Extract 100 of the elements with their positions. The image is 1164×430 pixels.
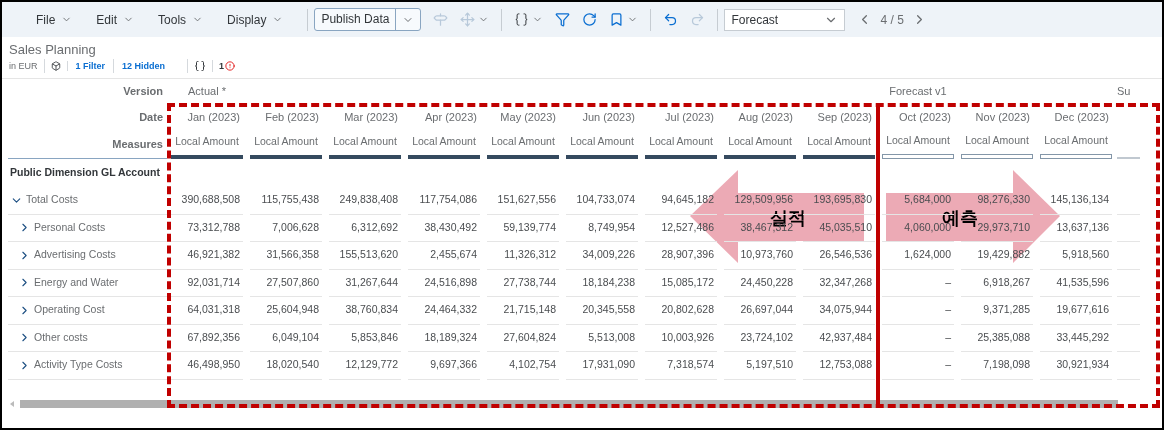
value-cell-text: 5,684,000 <box>904 192 951 208</box>
measure-header: Local Amount <box>174 134 240 150</box>
date-header: Nov (2023) <box>975 110 1031 123</box>
value-cell-text: 12,129,772 <box>345 357 398 373</box>
hidden-link[interactable]: 12 Hidden <box>114 59 189 73</box>
value-cell-text: 10,973,760 <box>740 247 793 263</box>
value-cell-text: 7,318,574 <box>667 357 714 373</box>
value-cell-text: 8,749,954 <box>588 219 635 235</box>
measure-header: Local Amount <box>885 133 951 149</box>
story-title: Sales Planning <box>9 41 97 58</box>
braces-icon <box>194 60 207 72</box>
date-header: Oct (2023) <box>899 110 952 123</box>
date-header: Sep (2023) <box>817 110 873 123</box>
row-label: Energy and Water <box>34 274 119 290</box>
row-header-label: Version <box>122 84 164 100</box>
value-cell-text: 145,136,134 <box>1050 192 1109 208</box>
value-cell-text: – <box>945 357 951 373</box>
value-cell-text: 46,498,950 <box>187 357 240 373</box>
measure-header: Local Amount <box>411 134 477 150</box>
date-header: Jan (2023) <box>187 110 241 123</box>
value-cell-text: 17,931,090 <box>582 357 635 373</box>
value-cell-text: 98,276,330 <box>977 192 1030 208</box>
value-cell-text: 20,345,558 <box>582 302 635 318</box>
undo-icon <box>663 12 679 27</box>
value-cell-text: 24,464,332 <box>424 302 477 318</box>
value-cell-text: 31,267,644 <box>345 274 398 290</box>
value-cell-text: 94,645,182 <box>661 192 714 208</box>
version-header: Forecast v1 <box>889 85 947 98</box>
value-cell-text: 32,347,268 <box>819 274 872 290</box>
menu-button[interactable]: File <box>30 10 79 29</box>
value-cell-text: 31,566,358 <box>266 247 319 263</box>
value-cell-text: 5,853,846 <box>351 329 398 345</box>
value-cell-text: 12,753,088 <box>819 357 872 373</box>
value-cell-text: 19,677,616 <box>1056 302 1109 318</box>
value-cell-text: 5,197,510 <box>746 357 793 373</box>
value-cell-text: 42,937,484 <box>819 329 872 345</box>
date-header: Apr (2023) <box>425 110 478 123</box>
measure-header: Local Amount <box>1043 133 1109 149</box>
measure-header: Local Amount <box>332 134 398 150</box>
value-cell-text: 151,627,556 <box>497 192 556 208</box>
version-select[interactable]: Forecast <box>724 8 846 31</box>
value-cell-text: 28,907,396 <box>661 247 714 263</box>
value-cell-text: 18,189,324 <box>424 329 477 345</box>
value-cell-text: 24,450,228 <box>740 274 793 290</box>
value-cell-text: 92,031,714 <box>187 274 240 290</box>
value-cell-text: 6,918,267 <box>983 274 1030 290</box>
row-label: Activity Type Costs <box>34 357 123 373</box>
row-label: Other costs <box>34 329 88 345</box>
value-cell-text: 27,604,824 <box>503 329 556 345</box>
value-cell-text: 155,513,620 <box>339 247 398 263</box>
row-label: Total Costs <box>26 192 78 208</box>
publish-data-button[interactable]: Publish Data <box>314 8 422 31</box>
measure-header: Local Amount <box>806 134 872 150</box>
error-icon <box>225 61 236 71</box>
value-cell-text: 12,527,486 <box>661 219 714 235</box>
version-header: Su <box>1117 85 1131 98</box>
value-cell-text: 34,075,944 <box>819 302 872 318</box>
value-cell-text: 25,604,948 <box>266 302 319 318</box>
dimension-header: Public Dimension GL Account <box>9 165 161 181</box>
value-cell-text: 21,715,148 <box>503 302 556 318</box>
menu-button[interactable]: Display <box>221 10 290 29</box>
row-header-label: Measures <box>112 137 164 153</box>
horizontal-scrollbar[interactable] <box>20 399 1118 408</box>
measure-header: Local Amount <box>727 134 793 150</box>
value-cell-text: 25,385,088 <box>977 329 1030 345</box>
value-cell-text: 7,198,098 <box>983 357 1030 373</box>
value-cell-text: 5,513,008 <box>588 329 635 345</box>
publish-data-label[interactable]: Publish Data <box>315 9 397 30</box>
value-cell-text: 9,697,366 <box>430 357 477 373</box>
menu-button[interactable]: Tools <box>152 10 210 29</box>
value-cell-text: 11,326,312 <box>504 247 556 263</box>
value-cell-text: 10,003,926 <box>661 329 714 345</box>
page-indicator: 4 / 5 <box>880 11 904 29</box>
bookmark-icon <box>609 12 625 27</box>
value-cell-text: 2,455,674 <box>430 247 477 263</box>
value-cell-text: 64,031,318 <box>187 302 240 318</box>
value-cell-text: 5,918,560 <box>1062 247 1109 263</box>
row-label: Operating Cost <box>34 302 105 318</box>
measure-header: Local Amount <box>490 134 556 150</box>
value-cell-text: – <box>945 274 951 290</box>
value-cell-text: 19,429,882 <box>977 247 1030 263</box>
date-header: May (2023) <box>500 110 557 123</box>
value-cell-text: 29,973,710 <box>977 219 1030 235</box>
row-header-label: Date <box>138 109 164 125</box>
filter-link[interactable]: 1 Filter <box>67 59 115 73</box>
value-cell-text: 115,755,438 <box>261 192 319 208</box>
version-header: Actual * <box>188 85 226 98</box>
value-cell-text: 18,184,238 <box>582 274 635 290</box>
menu-button[interactable]: Edit <box>90 10 141 29</box>
value-cell-text: 4,102,754 <box>509 357 556 373</box>
value-cell-text: 117,754,086 <box>419 192 477 208</box>
value-cell-text: 30,921,934 <box>1056 357 1109 373</box>
measure-header: Local Amount <box>648 134 714 150</box>
value-cell-text: 38,430,492 <box>424 219 477 235</box>
value-cell-text: 41,535,596 <box>1056 274 1109 290</box>
value-cell-text: 46,921,382 <box>187 247 240 263</box>
row-label: Personal Costs <box>34 219 106 235</box>
value-cell-text: 249,838,408 <box>339 192 398 208</box>
value-cell-text: 1,624,000 <box>904 247 951 263</box>
signpost-icon <box>433 12 449 27</box>
